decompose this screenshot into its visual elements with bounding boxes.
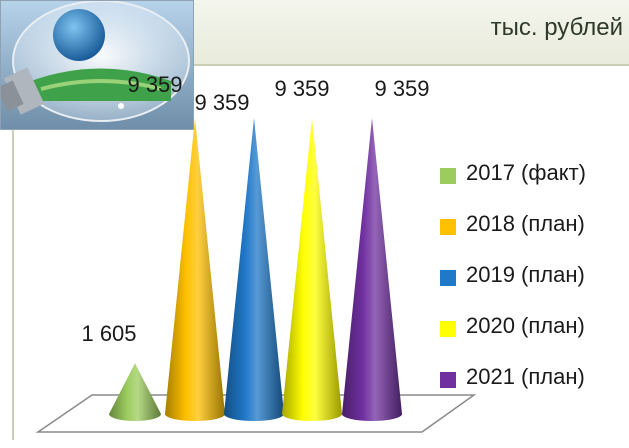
legend-label: 2020 (план) (466, 313, 585, 338)
cone-bar-0 (109, 363, 161, 421)
cone-bar-2 (224, 118, 284, 421)
legend-swatch (440, 168, 456, 184)
cone-bar-1 (165, 118, 225, 421)
cone-bar-4 (342, 118, 402, 421)
value-label-0: 1 605 (81, 321, 136, 346)
legend-label: 2021 (план) (466, 364, 585, 389)
value-label-4: 9 359 (374, 76, 429, 101)
legend-label: 2019 (план) (466, 262, 585, 287)
value-label-3: 9 359 (274, 76, 329, 101)
legend-label: 2018 (план) (466, 211, 585, 236)
chart-slide: тыс. рублей 1 605 9 359 9 359 9 359 9 35… (0, 0, 629, 448)
legend-swatch (440, 321, 456, 337)
legend-swatch (440, 219, 456, 235)
legend-swatch (440, 270, 456, 286)
value-label-1: 9 359 (127, 72, 182, 97)
value-label-2: 9 359 (194, 90, 249, 115)
legend-label: 2017 (факт) (466, 160, 586, 185)
legend-swatch (440, 372, 456, 388)
cone-bar-3 (282, 118, 342, 421)
